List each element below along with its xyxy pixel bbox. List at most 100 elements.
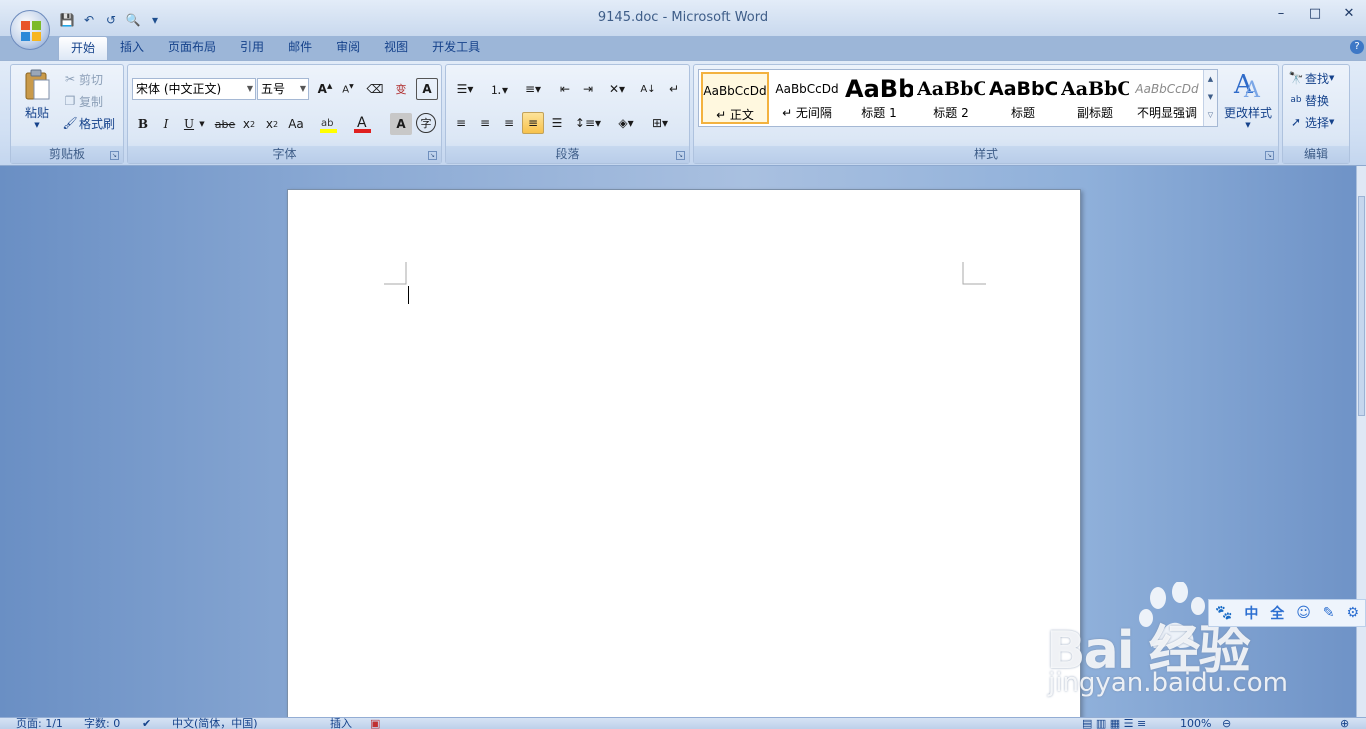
- underline-dropdown-icon[interactable]: ▼: [196, 113, 208, 135]
- format-painter-button[interactable]: 🖌 格式刷: [61, 113, 115, 133]
- shrink-font-button[interactable]: A▼: [337, 78, 359, 100]
- superscript-button[interactable]: x2: [261, 113, 283, 135]
- word-count[interactable]: 字数: 0: [84, 718, 120, 729]
- style-title[interactable]: AaBbC 标题: [989, 72, 1057, 124]
- zoom-in-icon[interactable]: ⊕: [1340, 718, 1349, 729]
- tab-insert[interactable]: 插入: [108, 36, 156, 60]
- increase-indent-button[interactable]: ⇥: [577, 78, 599, 100]
- font-color-button[interactable]: A: [352, 113, 374, 135]
- italic-button[interactable]: I: [155, 113, 177, 135]
- emoji-icon[interactable]: ☺: [1296, 605, 1311, 621]
- font-launcher-icon[interactable]: ↘: [428, 151, 437, 160]
- tab-home[interactable]: 开始: [58, 36, 109, 60]
- more-styles-icon[interactable]: ▽: [1204, 106, 1217, 124]
- style-normal[interactable]: AaBbCcDd ↵ 正文: [701, 72, 769, 124]
- copy-button[interactable]: ❐ 复制: [61, 91, 103, 111]
- style-no-spacing[interactable]: AaBbCcDd ↵ 无间隔: [773, 72, 841, 124]
- phonetic-guide-button[interactable]: 变: [390, 78, 412, 100]
- tab-page-layout[interactable]: 页面布局: [156, 36, 228, 60]
- borders-icon: ⊞▾: [651, 116, 669, 130]
- ime-language-toggle[interactable]: 中: [1244, 603, 1258, 623]
- bullets-button[interactable]: ☰▾: [450, 78, 480, 100]
- office-button[interactable]: [10, 10, 50, 50]
- character-border-button[interactable]: A: [416, 78, 438, 100]
- minimize-button[interactable]: –: [1264, 6, 1298, 26]
- paw-icon[interactable]: 🐾: [1215, 605, 1232, 621]
- paragraph-launcher-icon[interactable]: ↘: [676, 151, 685, 160]
- tab-review[interactable]: 审阅: [324, 36, 372, 60]
- clipboard-launcher-icon[interactable]: ↘: [110, 151, 119, 160]
- macro-record-icon[interactable]: ▣: [370, 718, 380, 729]
- cut-button[interactable]: ✂ 剪切: [61, 69, 103, 89]
- align-left-button[interactable]: ≡: [450, 112, 472, 134]
- subscript-button[interactable]: x2: [238, 113, 260, 135]
- tab-developer[interactable]: 开发工具: [420, 36, 492, 60]
- insert-mode[interactable]: 插入: [330, 718, 352, 729]
- sort-button[interactable]: A↓: [637, 78, 659, 100]
- decrease-indent-button[interactable]: ⇤: [554, 78, 576, 100]
- scroll-up-icon[interactable]: ▲: [1204, 70, 1217, 88]
- style-subtle-emphasis[interactable]: AaBbCcDd 不明显强调: [1133, 72, 1201, 124]
- page-count[interactable]: 页面: 1/1: [16, 718, 63, 729]
- font-name-combo[interactable]: 宋体 (中文正文) ▼: [132, 78, 256, 100]
- close-button[interactable]: ✕: [1332, 6, 1366, 26]
- character-shading-button[interactable]: A: [390, 113, 412, 135]
- font-size-combo[interactable]: 五号 ▼: [257, 78, 309, 100]
- scrollbar-thumb[interactable]: [1358, 196, 1365, 416]
- help-icon[interactable]: ?: [1350, 40, 1364, 54]
- pen-icon[interactable]: ✎: [1323, 605, 1335, 621]
- view-buttons[interactable]: ▤ ▥ ▦ ☰ ≡: [1082, 718, 1146, 729]
- replace-button[interactable]: ab 替换: [1287, 90, 1329, 110]
- style-sample: AaBbCcDd: [703, 84, 767, 98]
- paste-dropdown-icon[interactable]: ▼: [19, 121, 55, 129]
- settings-icon[interactable]: ⚙: [1346, 605, 1359, 621]
- style-heading-1[interactable]: AaBb 标题 1: [845, 72, 913, 124]
- distributed-button[interactable]: ☰: [546, 112, 568, 134]
- zoom-level[interactable]: 100%: [1180, 718, 1211, 729]
- style-heading-2[interactable]: AaBbC 标题 2: [917, 72, 985, 124]
- maximize-button[interactable]: □: [1298, 6, 1332, 26]
- grow-font-button[interactable]: A▲: [314, 78, 336, 100]
- style-name: 标题 2: [933, 106, 969, 120]
- paste-button[interactable]: 粘贴 ▼: [19, 69, 55, 129]
- align-center-button[interactable]: ≡: [474, 112, 496, 134]
- proofing-icon[interactable]: ✔: [142, 718, 151, 729]
- scroll-down-icon[interactable]: ▼: [1204, 88, 1217, 106]
- clear-formatting-button[interactable]: ⌫: [364, 78, 386, 100]
- align-right-icon: ≡: [503, 116, 515, 130]
- borders-button[interactable]: ⊞▾: [644, 112, 676, 134]
- strikethrough-button[interactable]: abe: [214, 113, 236, 135]
- shading-button[interactable]: ◈▾: [610, 112, 642, 134]
- chevron-down-icon: ▼: [1245, 121, 1251, 129]
- change-styles-button[interactable]: A A 更改样式 ▼: [1222, 67, 1274, 129]
- align-left-icon: ≡: [455, 116, 467, 130]
- chevron-down-icon: ▼: [299, 84, 306, 93]
- multilevel-list-button[interactable]: ≡▾: [518, 78, 548, 100]
- vertical-scrollbar[interactable]: [1356, 166, 1366, 717]
- language-status[interactable]: 中文(简体，中国): [172, 718, 258, 729]
- line-spacing-button[interactable]: ↕≡▾: [572, 112, 604, 134]
- ime-toolbar: 🐾 中 全 ☺ ✎ ⚙: [1208, 599, 1366, 627]
- style-subtitle[interactable]: AaBbC 副标题: [1061, 72, 1129, 124]
- tab-mailings[interactable]: 邮件: [276, 36, 324, 60]
- highlight-button[interactable]: ab: [318, 113, 340, 135]
- align-center-icon: ≡: [479, 116, 491, 130]
- tab-view[interactable]: 视图: [372, 36, 420, 60]
- align-right-button[interactable]: ≡: [498, 112, 520, 134]
- tab-references[interactable]: 引用: [228, 36, 276, 60]
- show-hide-marks-button[interactable]: ↵: [663, 78, 685, 100]
- chinese-layout-button[interactable]: ✕▾: [602, 78, 632, 100]
- chevron-down-icon: ▼: [1329, 74, 1335, 82]
- enclose-characters-button[interactable]: 字: [416, 113, 436, 133]
- numbering-button[interactable]: ⒈▾: [484, 78, 514, 100]
- select-button[interactable]: ➚ 选择 ▼: [1287, 112, 1334, 132]
- document-page[interactable]: [287, 189, 1081, 729]
- justify-button[interactable]: ≡: [522, 112, 544, 134]
- zoom-out-icon[interactable]: ⊖: [1222, 718, 1231, 729]
- bold-button[interactable]: B: [132, 113, 154, 135]
- change-case-button[interactable]: Aa: [285, 113, 307, 135]
- highlighter-icon: ab: [320, 118, 337, 133]
- styles-launcher-icon[interactable]: ↘: [1265, 151, 1274, 160]
- ime-width-toggle[interactable]: 全: [1270, 603, 1284, 623]
- find-button[interactable]: 🔭 查找 ▼: [1287, 68, 1335, 88]
